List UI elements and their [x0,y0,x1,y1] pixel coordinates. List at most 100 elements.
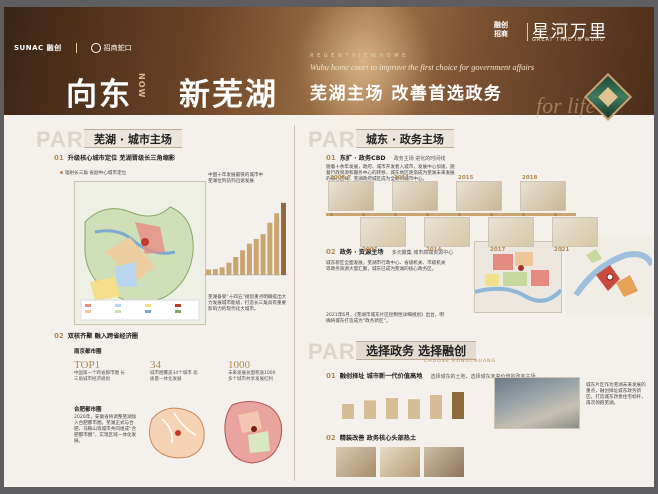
timeline-year: 2011 [394,175,410,181]
right-column: PART 2 城东 · 政务主场 01 东扩 · 政务CBD 政务主场 进化的时间… [304,115,654,487]
hefei-title: 合肥都市圈 [74,407,102,413]
section-01-heading: 01 升级核心城市定位 芜湖晋级长三角缩影 [54,153,175,162]
timeline-dot [362,213,365,216]
timeline-year: 2018 [522,175,538,181]
stat-value: 34 [150,359,161,371]
map-caption: 辐射长三角 省副中心城市定位 [60,171,126,177]
stat-card: 1000 未来发展总面积逾1000 多个城市共享发展红利 [228,359,280,383]
partner-ring-icon [90,43,101,53]
partner-logo-text: 招商蛇口 [103,44,132,52]
price-bar [430,395,442,419]
gdp-bar [226,262,232,275]
p3-side-note: 城东片区作为芜湖未来发展的重点，融创择址城东政务新区，打造城东改善住宅标杆，再次… [586,383,646,406]
section-02-number: 02 [54,332,64,340]
gdp-bar [212,269,218,275]
timeline-dot [426,213,429,216]
p3-section-01-title: 融创择址 城市新一代价值高地 [339,373,423,380]
timeline-year: 2007 [362,247,378,253]
nanjing-title: 南京都市圈 [74,349,102,355]
interior-photo [424,447,464,477]
timeline-image [360,217,406,247]
hero-now-vertical: NOW [137,73,146,99]
timeline-dot [554,213,557,216]
brand-divider [527,23,528,41]
timeline-year: 2014 [426,247,442,253]
hefei-metro-map [218,395,290,469]
chart-caption: 中国十年发展最快的城市中 芜湖位列前列迅速发展 [208,173,292,185]
logo-divider [75,43,77,53]
left-column: PART 1 芜湖 · 城市主场 01 升级核心城市定位 芜湖晋级长三角缩影 辐射… [4,115,292,487]
section-01-number: 01 [54,154,64,162]
gdp-bar [246,243,252,275]
part3-title: 选择政务 选择融创 [356,341,477,360]
stat-card: 34 城市圈覆盖34个城市 高质量一体化发展 [150,359,202,383]
price-bar [342,404,354,419]
p3-section-02-title: 精装改善 政务核心头部热土 [339,435,417,442]
timeline-image [456,181,502,211]
timeline-image [328,181,374,211]
partner-logo: 招商蛇口 [90,43,132,53]
stat-desc: 中国第一个跨省都市圈 长三角城市经济规划 [74,371,125,382]
hero-title-right: 新芜湖 [179,77,278,112]
r-section-02-note: 城东新区全面发展，芜湖市行政中心、省级机关、市级机关等政务资源大量汇聚，城东已成… [326,261,446,272]
timeline-year: 2015 [458,175,474,181]
gdp-bar-chart [204,202,288,276]
brand-developer-2: 招商 [494,30,508,38]
price-bar-chart [342,392,464,419]
timeline-dot [458,213,461,216]
timeline-dot [522,213,525,216]
sunac-logo: SUNAC 融创 [14,44,62,52]
r-section-01-number: 01 [326,154,336,162]
gdp-bar [240,250,246,275]
hero-title: 向东 NOW 新芜湖 [4,69,334,112]
brand-developers: 融创 招商 [494,21,508,39]
banner-slogan: 芜湖主场 改善首选政务 [310,84,503,104]
timeline-image [392,181,438,211]
section-title-chengdong: 城东 · 政务主场 [356,129,454,148]
nanjing-metro-map [144,399,210,465]
timeline-image [552,217,598,247]
chart-note: 芜湖备受“十四五”规划重点明确提出大力发展城市能级，打造长三角具有重要影响力的现… [208,295,287,312]
part3-en: CHOOSE RONGCHUANG [424,359,497,364]
banner-en-line: Wuhu home court to improve the first cho… [310,63,535,72]
stat-value: 1000 [228,359,250,371]
diamond-emblem-icon [582,71,633,122]
poster-board: SUNAC 融创 招商蛇口 向东 NOW 新芜湖 R E G E N T V I… [4,7,654,487]
stat-desc: 城市圈覆盖34个城市 高质量一体化发展 [150,371,198,382]
zoning-map [474,241,562,313]
gdp-bar [267,222,273,275]
chart-caption-line-2: 芜湖位列前列迅速发展 [208,179,254,184]
r-section-02-number: 02 [326,248,336,256]
gdp-bar [260,234,266,275]
price-bar [408,399,420,419]
aerial-photo [494,377,580,429]
timeline-image [520,181,566,211]
timeline-image [424,217,470,247]
gdp-bar [219,267,225,275]
p3-section-02-number: 02 [326,434,336,442]
gdp-bar [274,213,280,275]
r-section-01-heading: 01 东扩 · 政务CBD 政务主场 进化的时间线 [326,153,445,162]
regional-map [74,181,206,325]
gdp-bar [253,238,259,275]
gdp-bar [281,202,286,275]
column-divider [294,125,295,481]
stat-card: TOP1 中国第一个跨省都市圈 长三角城市经济规划 [74,359,126,383]
p3-section-01-number: 01 [326,372,336,380]
price-bar [386,398,398,419]
section-02-heading: 02 双核齐聚 融入跨省经济圈 [54,331,138,340]
map-caption-text: 辐射长三角 省副中心城市定位 [65,171,127,176]
hefei-note: 2020年，安徽省将调整芜湖加入合肥都市圈，芜湖正式与合肥、马鞍山等城市共同组成… [74,415,137,444]
price-bar [364,400,376,419]
r-section-01-sub: 政务主场 进化的时间线 [393,156,446,162]
banner-en-top: R E G E N T V I E W H O M E [310,53,407,59]
stat-desc: 未来发展总面积逾1000 多个城市共享发展红利 [228,371,276,382]
stat-value: TOP1 [74,359,101,371]
r-section-02-note-2: 2021年6月，《芜湖市城东片区控制性详细规划》出台，明确将城东打造成为“政务新… [326,313,444,324]
price-bar [452,392,464,419]
timeline-year: 2021 [554,247,570,253]
masterplan-map [566,235,652,315]
section-02-title: 双核齐聚 融入跨省经济圈 [67,333,138,340]
r-section-01-title: 东扩 · 政务CBD [339,155,386,162]
brand-developer-1: 融创 [494,21,508,29]
